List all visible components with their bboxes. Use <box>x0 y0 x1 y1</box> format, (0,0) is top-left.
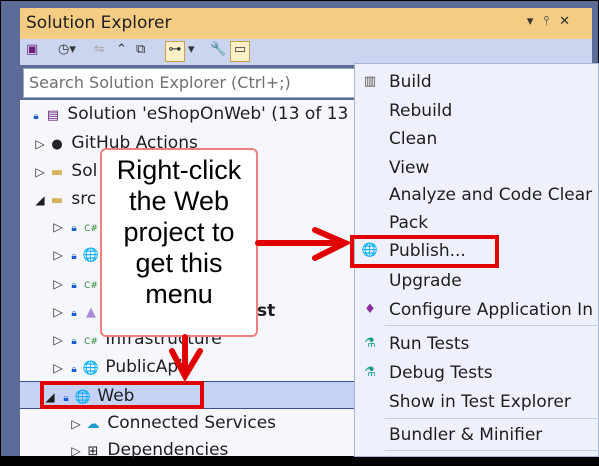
annotation-arrows <box>169 227 353 383</box>
